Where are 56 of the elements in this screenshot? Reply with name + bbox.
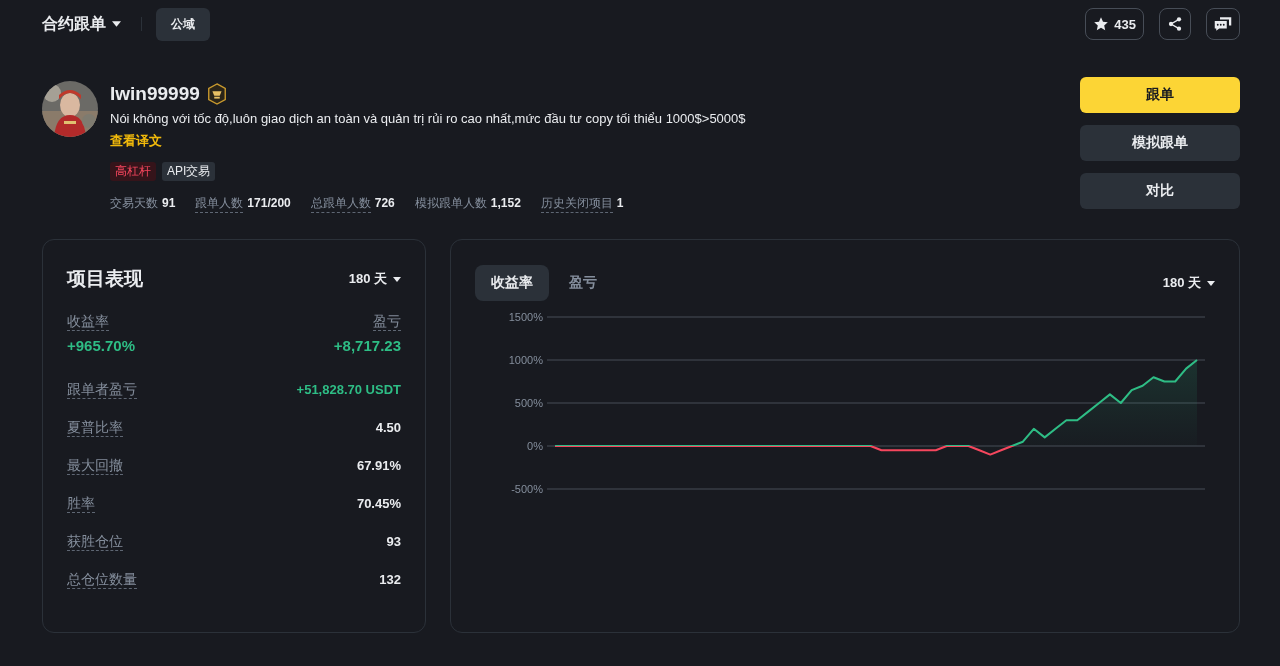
share-button[interactable]: [1159, 8, 1191, 40]
action-button[interactable]: 模拟跟单: [1080, 125, 1240, 161]
chat-button[interactable]: [1206, 8, 1240, 40]
axis-tick-label: 1000%: [508, 354, 543, 366]
stat-label: 模拟跟单人数: [414, 195, 487, 212]
trader-tag: 高杠杆: [110, 162, 156, 181]
stat-label[interactable]: 总跟单人数: [310, 195, 371, 213]
share-icon: [1167, 16, 1183, 32]
trader-bio: Nói không với tốc độ,luôn giao dịch an toàn và quản trị rủi ro cao nhất,mức đầu tư copy tối thiểu 1000$>5000$: [110, 110, 747, 128]
metric-label[interactable]: 跟单者盈亏: [67, 380, 137, 399]
period-dropdown[interactable]: 180 天: [348, 270, 401, 288]
metric-value: 132: [379, 572, 401, 587]
metric-label[interactable]: 胜率: [67, 494, 95, 513]
metric-label[interactable]: 获胜仓位: [67, 532, 123, 551]
chat-bubbles-icon: [1214, 16, 1232, 32]
metric-value: +8,717.23: [333, 337, 401, 354]
public-tab-button[interactable]: 公域: [156, 7, 210, 41]
metric-value: +51,828.70 USDT: [296, 382, 401, 397]
caret-icon: [393, 276, 401, 282]
metric-label[interactable]: 盈亏: [373, 312, 401, 331]
caret-icon: [1207, 280, 1215, 286]
metric-label[interactable]: 夏普比率: [67, 418, 123, 437]
trader-name: Iwin99999: [110, 82, 200, 106]
contract-copy-dropdown[interactable]: 合约跟单: [42, 13, 121, 35]
axis-tick-label: 500%: [514, 397, 543, 409]
view-translation-link[interactable]: 查看译文: [110, 132, 162, 150]
metric-value: +965.70%: [67, 337, 135, 354]
favorite-button[interactable]: 435: [1085, 8, 1144, 40]
trader-tag: API交易: [162, 162, 216, 181]
stat-value: 91: [162, 196, 176, 210]
stat-value: 1,152: [490, 196, 521, 210]
chart-tab[interactable]: 收益率: [475, 265, 549, 301]
stat-value: 726: [374, 196, 395, 210]
axis-tick-label: 1500%: [508, 311, 543, 323]
axis-tick-label: 0%: [527, 440, 543, 452]
action-button[interactable]: 对比: [1080, 173, 1240, 209]
stat-label[interactable]: 跟单人数: [195, 195, 244, 213]
stat-label: 交易天数: [110, 195, 158, 212]
metric-label[interactable]: 最大回撤: [67, 456, 123, 475]
stat-label[interactable]: 历史关闭项目: [540, 195, 613, 213]
stat-value: 171/200: [247, 196, 291, 210]
copy-trade-button[interactable]: 跟单: [1080, 77, 1240, 113]
metric-label[interactable]: 收益率: [67, 312, 109, 331]
metric-value: 70.45%: [356, 496, 401, 511]
axis-tick-label: -500%: [511, 483, 543, 495]
stat-value: 1: [616, 196, 624, 210]
card-title: 项目表现: [67, 267, 143, 291]
metric-value: 4.50: [375, 420, 401, 435]
caret-icon: [112, 21, 121, 27]
metric-value: 93: [386, 534, 401, 549]
chart-tab[interactable]: 盈亏: [553, 265, 613, 301]
metric-value: 67.91%: [356, 458, 401, 473]
star-icon: [1093, 16, 1110, 32]
period-dropdown[interactable]: 180 天: [1162, 274, 1215, 292]
medal-badge-icon: [205, 83, 228, 105]
metric-label[interactable]: 总仓位数量: [67, 570, 137, 589]
